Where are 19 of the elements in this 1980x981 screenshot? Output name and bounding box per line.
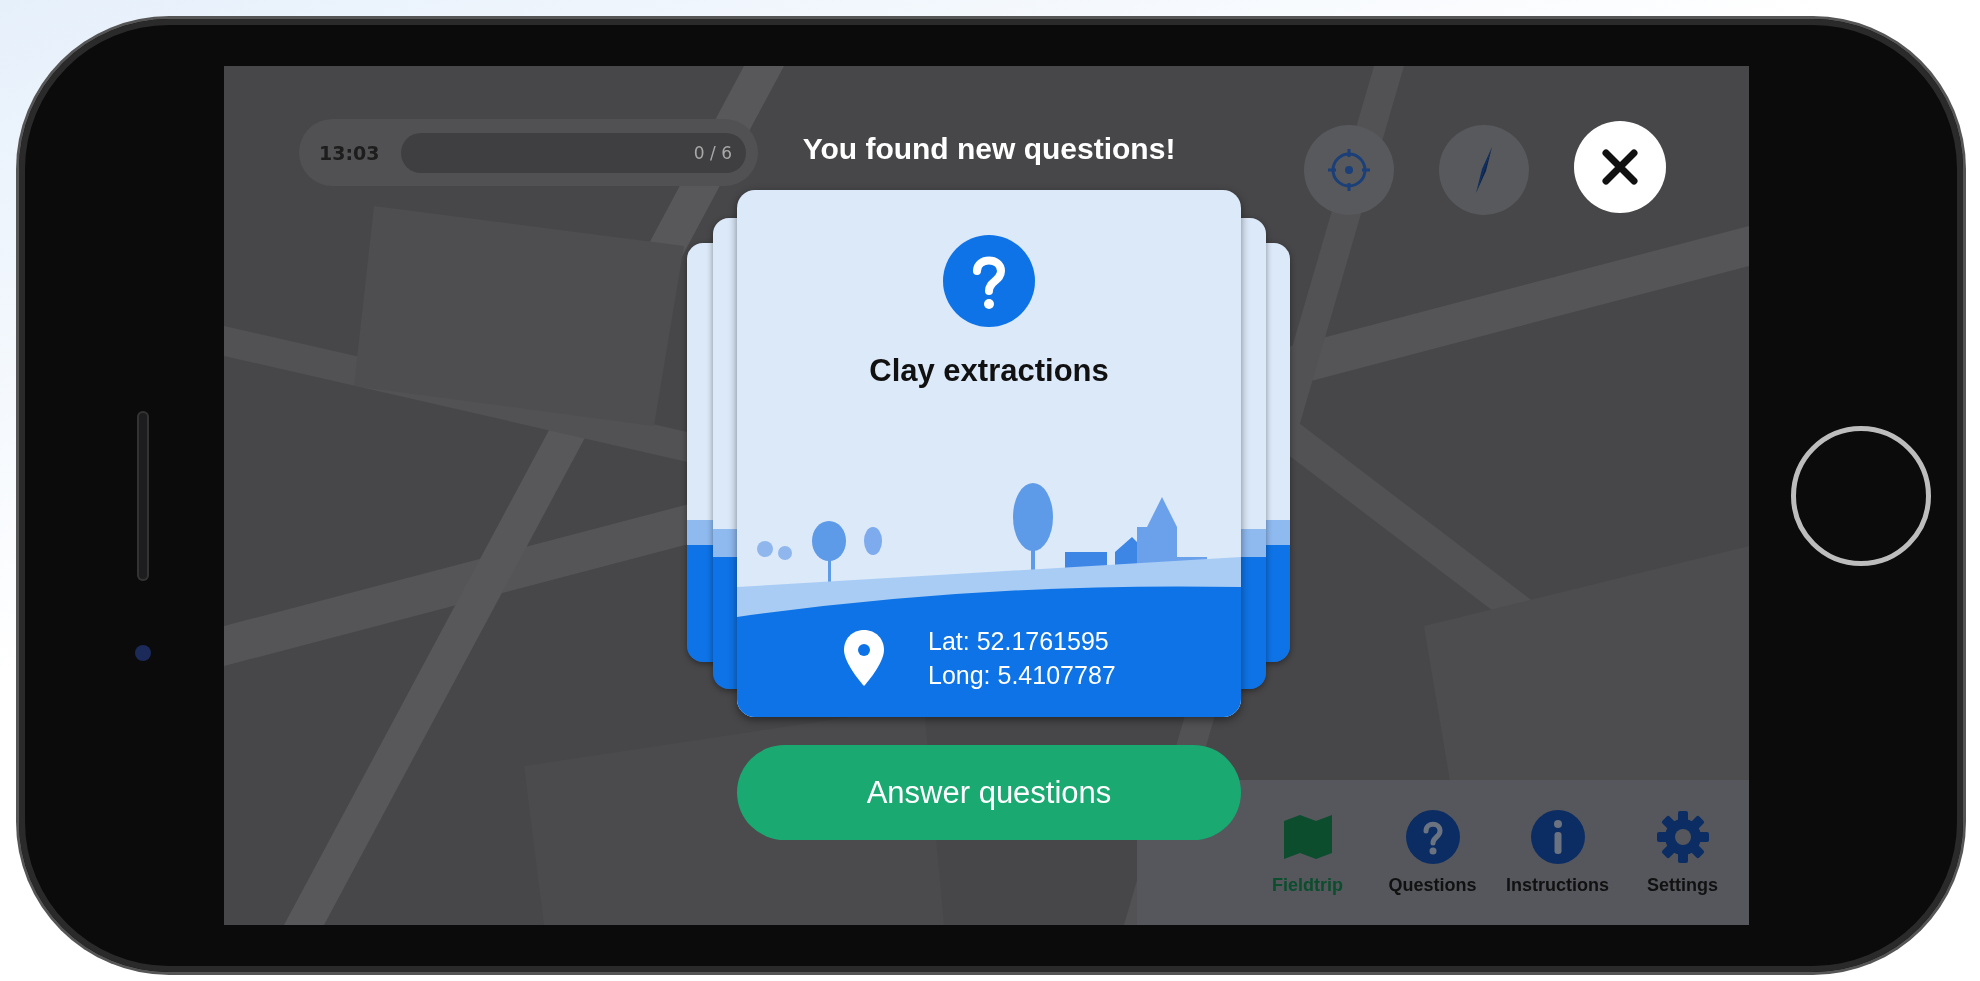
camera-dot bbox=[135, 645, 151, 661]
location-pin-icon bbox=[842, 628, 886, 688]
nav-tab[interactable]: Settings bbox=[1624, 809, 1741, 896]
crosshair-icon bbox=[1326, 147, 1372, 193]
nav-tab[interactable]: Instructions bbox=[1499, 809, 1616, 896]
longitude-text: Long: 5.4107787 bbox=[928, 660, 1116, 691]
card-title: Clay extractions bbox=[869, 353, 1109, 389]
latitude-text: Lat: 52.1761595 bbox=[928, 626, 1110, 657]
nav-tab[interactable]: Fieldtrip bbox=[1249, 809, 1366, 896]
settings-icon bbox=[1654, 809, 1711, 865]
question-icon bbox=[1404, 809, 1461, 865]
nav-tab[interactable]: Questions bbox=[1374, 809, 1491, 896]
popup-title: You found new questions! bbox=[801, 132, 1177, 166]
question-icon bbox=[943, 235, 1035, 327]
answer-questions-button[interactable]: Answer questions bbox=[737, 745, 1241, 840]
close-icon bbox=[1600, 147, 1640, 187]
home-button[interactable] bbox=[1791, 425, 1931, 566]
progress-count: 0 / 6 bbox=[693, 142, 732, 163]
info-icon bbox=[1529, 809, 1586, 865]
